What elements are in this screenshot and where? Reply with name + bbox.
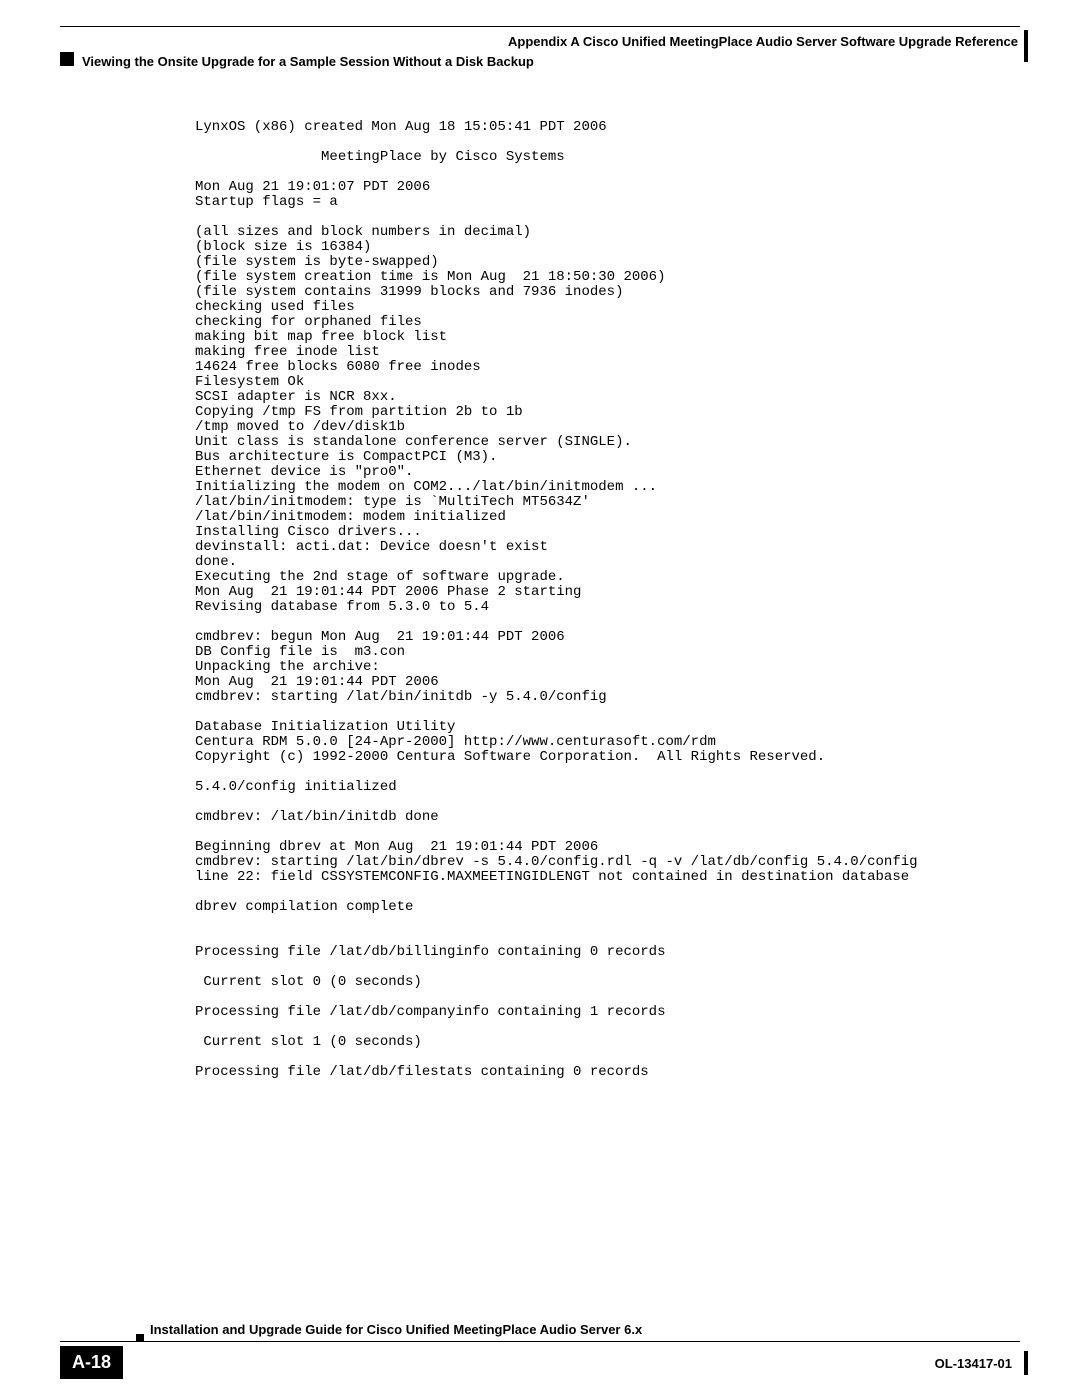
section-marker-icon <box>60 52 74 66</box>
page-number: A-18 <box>60 1346 123 1379</box>
running-header-right: Appendix A Cisco Unified MeetingPlace Au… <box>508 34 1018 49</box>
footer-title: Installation and Upgrade Guide for Cisco… <box>150 1322 642 1337</box>
footer-rule <box>60 1341 1020 1342</box>
document-id: OL-13417-01 <box>935 1356 1012 1371</box>
footer-crop-mark <box>1024 1351 1028 1375</box>
terminal-output: LynxOS (x86) created Mon Aug 18 15:05:41… <box>195 120 918 1080</box>
header-rule <box>60 26 1020 27</box>
header-crop-mark <box>1024 30 1028 62</box>
running-header-left: Viewing the Onsite Upgrade for a Sample … <box>82 54 534 69</box>
